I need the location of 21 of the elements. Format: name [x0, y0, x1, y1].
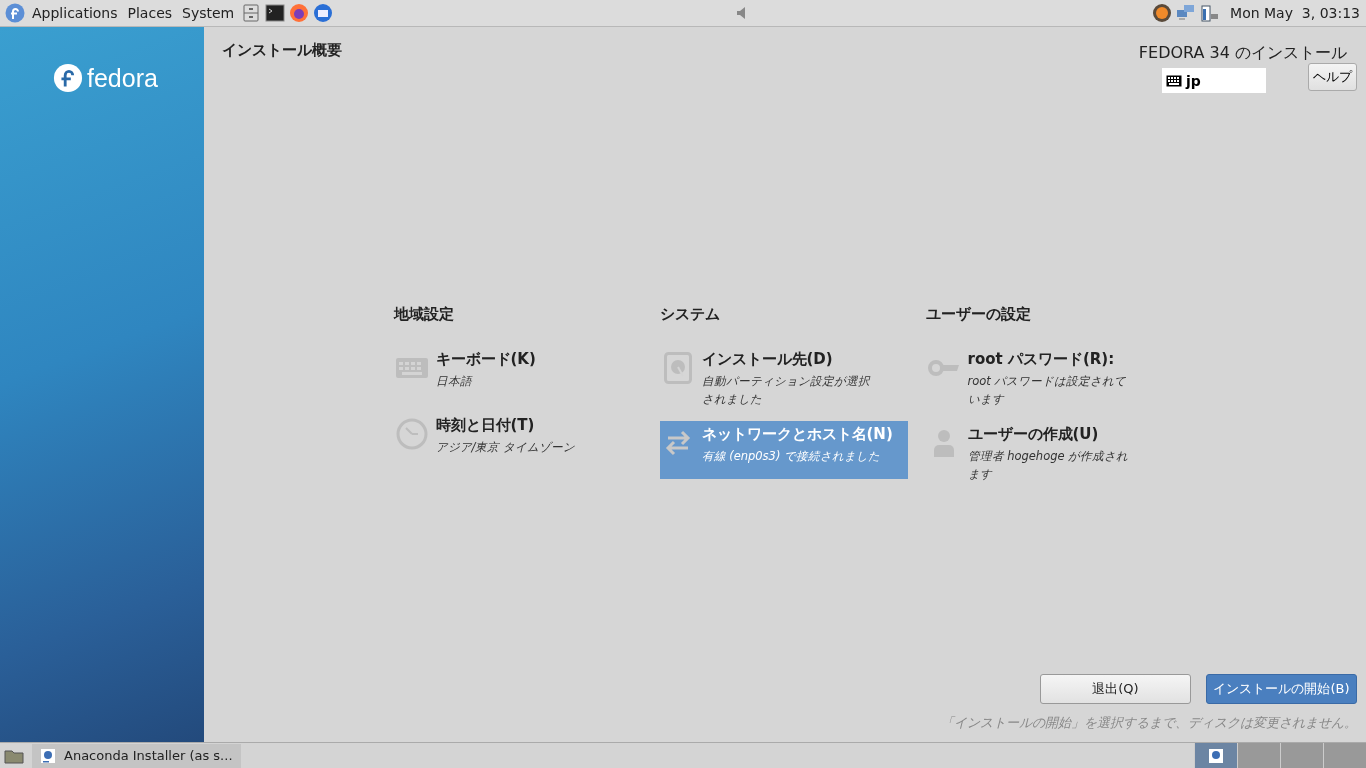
spoke-item[interactable]: キーボード(K) 日本語 [393, 346, 642, 404]
help-button[interactable]: ヘルプ [1308, 63, 1357, 91]
menu-item[interactable]: Places [124, 5, 176, 21]
quit-button[interactable]: 退出(Q) [1040, 674, 1191, 704]
spoke-item[interactable]: ユーザーの作成(U) 管理者 hogehoge が作成されます [925, 420, 1174, 488]
category-heading: 地域設定 [393, 305, 455, 324]
page-title: インストール概要 [222, 41, 342, 61]
warning-note: 「インストールの開始」を選択するまで、ディスクは変更されません。 [941, 714, 1357, 732]
keyboard-layout-indicator[interactable]: jp [1162, 68, 1266, 93]
menu-item[interactable]: Applications [29, 5, 121, 21]
begin-install-button[interactable]: インストールの開始(B) [1206, 674, 1357, 704]
menu-item[interactable]: System [179, 5, 238, 21]
spoke-item[interactable]: root パスワード(R): root パスワードは設定されています [925, 346, 1174, 413]
logo-text: fedora [87, 63, 158, 93]
spoke-item[interactable]: インストール先(D) 自動パーティション設定が選択されました [659, 346, 908, 413]
category-heading: システム [659, 305, 721, 324]
taskbar-window-button[interactable]: Anaconda Installer (as s... [32, 743, 241, 768]
category-heading: ユーザーの設定 [925, 305, 1032, 324]
spoke-item[interactable]: 時刻と日付(T) アジア/東京 タイムゾーン [393, 412, 642, 470]
product-title: FEDORA 34 のインストール [1138, 43, 1347, 64]
clock[interactable]: Mon May 3, 03:13 [1230, 5, 1360, 21]
